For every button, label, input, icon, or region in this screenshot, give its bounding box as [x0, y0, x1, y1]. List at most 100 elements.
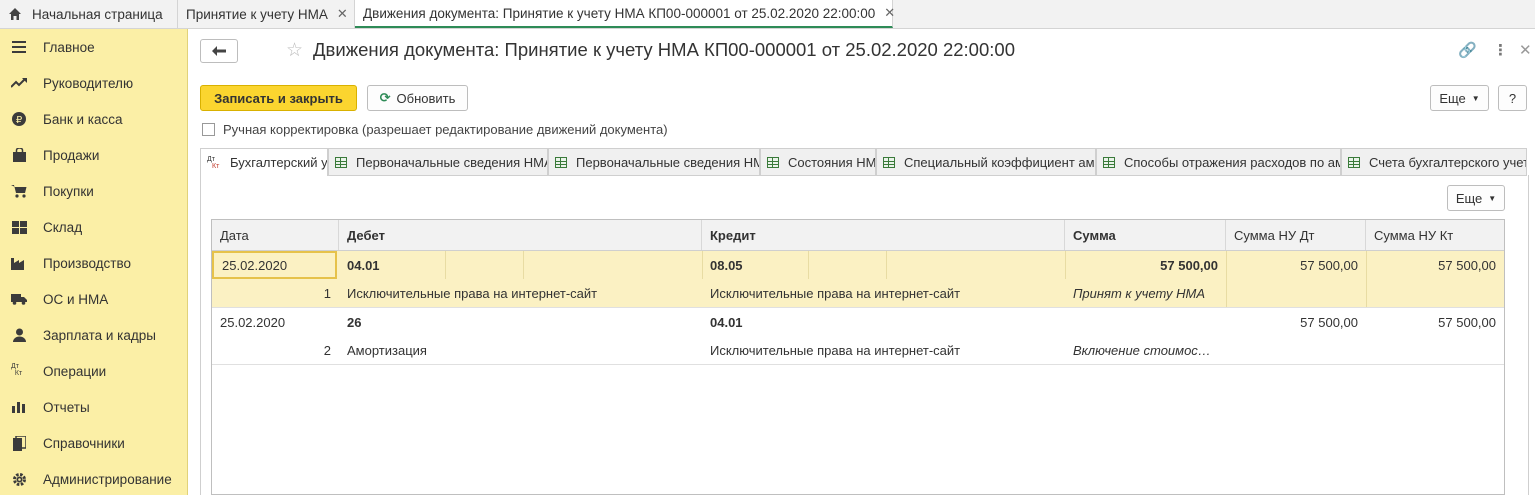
cell-credit-account[interactable]: 04.01 — [702, 308, 802, 336]
tab-special-coefficient[interactable]: Специальный коэффициент амортизации — [876, 148, 1096, 175]
person-icon — [11, 327, 27, 343]
register-icon — [555, 156, 567, 168]
column-header-date[interactable]: Дата — [212, 220, 339, 250]
column-header-sum-nu-kt[interactable]: Сумма НУ Кт — [1366, 220, 1504, 250]
caret-down-icon: ▼ — [1488, 193, 1497, 203]
sidebar-item-operations[interactable]: Дт Кт Операции — [0, 353, 187, 389]
cell-sum-nu-kt[interactable]: 57 500,00 — [1366, 308, 1504, 336]
cell-credit-subconto[interactable]: Исключительные права на интернет-сайт — [702, 279, 1065, 307]
table-row[interactable]: 25.02.2020 26 04.01 57 500,00 57 500,00 — [212, 308, 1504, 336]
help-button[interactable]: ? — [1498, 85, 1527, 111]
more-button[interactable]: Еще ▼ — [1430, 85, 1489, 111]
manual-correction-row[interactable]: Ручная корректировка (разрешает редактир… — [202, 122, 668, 137]
close-icon[interactable]: ✕ — [884, 5, 895, 21]
sidebar-item-main[interactable]: Главное — [0, 29, 187, 65]
tab-accounts[interactable]: Счета бухгалтерского учета НМА — [1341, 148, 1527, 175]
more-vert-icon[interactable]: ⋮ — [1493, 41, 1508, 59]
bar-chart-icon — [11, 399, 27, 415]
column-header-credit[interactable]: Кредит — [702, 220, 1065, 250]
cell-line-number: 2 — [323, 342, 331, 358]
register-icon — [1348, 156, 1360, 168]
tab-initial-info[interactable]: Первоначальные сведения НМА — [548, 148, 760, 175]
tab-home[interactable]: Начальная страница — [0, 0, 178, 28]
dt-kt-icon: Дт Кт — [207, 155, 220, 170]
trend-icon — [11, 75, 27, 91]
cell-debit-subconto[interactable]: Исключительные права на интернет-сайт — [339, 279, 702, 307]
sidebar-item-label: Покупки — [43, 183, 94, 199]
cell-credit-account[interactable]: 08.05 — [702, 251, 802, 279]
manual-correction-label: Ручная корректировка (разрешает редактир… — [223, 122, 668, 137]
cart-icon — [11, 183, 27, 199]
cell-sum-nu-kt[interactable]: 57 500,00 — [1366, 251, 1504, 279]
back-button[interactable] — [200, 39, 238, 63]
factory-icon — [11, 255, 27, 271]
cell-divider — [523, 251, 524, 279]
refresh-icon: ⟳ — [379, 90, 391, 105]
register-tabs: ДтКт Бухгалтерский учет Первоначальные с… — [200, 148, 1527, 176]
cell-content[interactable]: Принят к учету НМА — [1065, 279, 1226, 307]
tab-nma-acceptance-label: Принятие к учету НМА — [186, 6, 328, 22]
tab-label: Счета бухгалтерского учета НМА — [1369, 154, 1526, 170]
manual-correction-checkbox[interactable] — [202, 123, 215, 136]
bag-icon — [11, 147, 27, 163]
star-icon[interactable]: ☆ — [286, 41, 303, 61]
sidebar-item-fixed-assets[interactable]: ОС и НМА — [0, 281, 187, 317]
page-title: Движения документа: Принятие к учету НМА… — [313, 39, 1015, 60]
tab-initial-info-nma[interactable]: Первоначальные сведения НМА (бухгалтерск… — [328, 148, 548, 175]
close-icon[interactable]: ✕ — [337, 6, 348, 22]
arrow-left-icon — [212, 44, 226, 59]
column-header-sum[interactable]: Сумма — [1065, 220, 1226, 250]
table-more-button[interactable]: Еще ▼ — [1447, 185, 1505, 211]
tab-document-movements[interactable]: Движения документа: Принятие к учету НМА… — [355, 0, 895, 28]
cell-sum[interactable]: 57 500,00 — [1065, 251, 1226, 279]
cell-sum[interactable] — [1065, 308, 1226, 336]
cell-date[interactable]: 25.02.2020 — [212, 251, 337, 279]
cell-debit-account[interactable]: 04.01 — [339, 251, 439, 279]
link-icon[interactable]: 🔗 — [1458, 41, 1477, 59]
caret-down-icon: ▼ — [1471, 93, 1480, 103]
sidebar-item-production[interactable]: Производство — [0, 245, 187, 281]
sidebar-item-manager[interactable]: Руководителю — [0, 65, 187, 101]
cell-debit-account[interactable]: 26 — [339, 308, 439, 336]
table-row[interactable]: 1 Исключительные права на интернет-сайт … — [212, 279, 1504, 307]
tab-document-movements-label: Движения документа: Принятие к учету НМА… — [363, 5, 876, 21]
cell-sum-nu-dt[interactable]: 57 500,00 — [1226, 308, 1366, 336]
sidebar-item-label: Продажи — [43, 147, 100, 163]
sidebar-item-label: Зарплата и кадры — [43, 327, 156, 343]
sidebar-item-references[interactable]: Справочники — [0, 425, 187, 461]
sidebar-item-salary[interactable]: Зарплата и кадры — [0, 317, 187, 353]
row-separator — [212, 364, 1504, 365]
sidebar-item-bank[interactable]: ₽ Банк и касса — [0, 101, 187, 137]
dt-kt-icon: Дт Кт — [11, 363, 23, 377]
sidebar-item-label: Отчеты — [43, 399, 90, 415]
register-icon — [767, 156, 779, 168]
tab-accounting[interactable]: ДтКт Бухгалтерский учет — [200, 148, 328, 176]
sidebar-item-purchases[interactable]: Покупки — [0, 173, 187, 209]
tab-states[interactable]: Состояния НМА — [760, 148, 876, 175]
close-icon[interactable]: ✕ — [1519, 41, 1532, 59]
register-icon — [335, 156, 347, 168]
tab-label: Первоначальные сведения НМА — [576, 154, 760, 170]
table-row[interactable]: 25.02.2020 04.01 08.05 57 500,00 57 500,… — [212, 251, 1504, 279]
refresh-button-label: Обновить — [396, 90, 456, 106]
cell-debit-subconto[interactable]: Амортизация — [339, 336, 702, 364]
cell-divider — [886, 251, 887, 279]
warehouse-icon — [11, 219, 27, 235]
table-row[interactable]: 2 Амортизация Исключительные права на ин… — [212, 336, 1504, 364]
sidebar-item-sales[interactable]: Продажи — [0, 137, 187, 173]
column-header-debit[interactable]: Дебет — [339, 220, 702, 250]
refresh-button[interactable]: ⟳ Обновить — [367, 85, 468, 111]
tab-expense-methods[interactable]: Способы отражения расходов по амортизаци… — [1096, 148, 1341, 175]
save-close-button[interactable]: Записать и закрыть — [200, 85, 357, 111]
sidebar-item-warehouse[interactable]: Склад — [0, 209, 187, 245]
cell-content[interactable]: Включение стоимос… — [1065, 336, 1226, 364]
tab-nma-acceptance[interactable]: Принятие к учету НМА ✕ — [178, 0, 355, 28]
sidebar-item-administration[interactable]: Администрирование — [0, 461, 187, 497]
cell-sum-nu-dt[interactable]: 57 500,00 — [1226, 251, 1366, 279]
cell-credit-subconto[interactable]: Исключительные права на интернет-сайт — [702, 336, 1065, 364]
sidebar-item-label: Администрирование — [43, 471, 172, 487]
column-header-sum-nu-dt[interactable]: Сумма НУ Дт — [1226, 220, 1366, 250]
cell-date[interactable]: 25.02.2020 — [212, 308, 339, 336]
sidebar-item-label: Банк и касса — [43, 111, 123, 127]
sidebar-item-reports[interactable]: Отчеты — [0, 389, 187, 425]
